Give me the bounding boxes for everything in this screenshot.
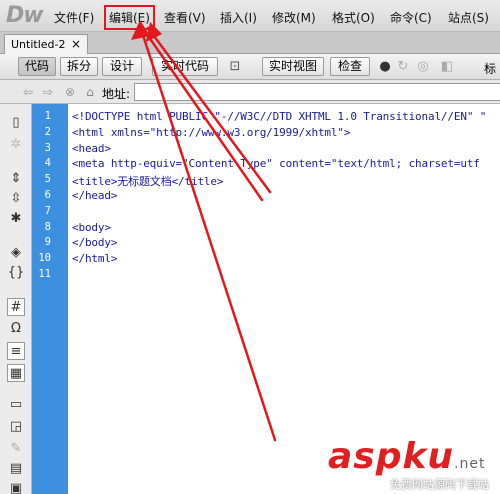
close-icon[interactable]: × — [71, 37, 81, 51]
refresh-icon[interactable]: ↻ — [394, 58, 412, 75]
title-label: 标 — [484, 62, 497, 76]
menu-commands[interactable]: 命令(C) — [390, 9, 432, 26]
code-line: </html> — [72, 252, 118, 265]
select-parent-tag-icon[interactable]: ◈ — [7, 244, 25, 262]
code-line: <html xmlns="http://www.w3.org/1999/xhtm… — [72, 126, 351, 139]
line-number: 7 — [44, 205, 51, 217]
app-logo: Dw — [6, 3, 44, 28]
code-line: <head> — [72, 142, 111, 155]
home-icon[interactable]: ⌂ — [82, 84, 98, 100]
watermark-logo: aspku.net — [328, 436, 486, 477]
line-number: 10 — [38, 252, 51, 264]
code-line: </head> — [72, 189, 118, 202]
live-view-button[interactable]: 实时视图 — [262, 57, 324, 76]
line-number: 1 — [44, 110, 51, 122]
apply-comment-icon[interactable]: ▭ — [7, 396, 25, 414]
word-wrap-icon[interactable]: ≡ — [7, 342, 25, 360]
coding-toolbar: ▯ ✲ ⇕ ⇳ ✱ ◈ {} # Ω ≡ ▦ ▭ ◲ ✎ ▤ ▣ — [0, 104, 32, 494]
highlight-invalid-code-icon[interactable]: Ω — [7, 320, 25, 338]
line-number: 2 — [44, 126, 51, 138]
address-bar: ⇦ ⇨ ⊗ ⌂ 地址: — [0, 80, 500, 104]
address-label: 地址: — [102, 87, 131, 101]
inspect-button[interactable]: 检查 — [330, 57, 370, 76]
address-input[interactable] — [134, 83, 500, 101]
live-code-button[interactable]: 实时代码 — [152, 57, 218, 76]
line-number: 3 — [44, 142, 51, 154]
document-tab[interactable]: Untitled-2 × — [4, 34, 88, 54]
remove-comment-icon[interactable]: ◲ — [7, 418, 25, 436]
document-toolbar: 代码 拆分 设计 实时代码 ⊡ 实时视图 检查 ● ↻ ◎ ◧ 标 — [0, 54, 500, 80]
code-view-button[interactable]: 代码 — [18, 57, 56, 76]
menu-file[interactable]: 文件(F) — [54, 9, 94, 26]
open-documents-icon[interactable]: ▯ — [7, 114, 25, 132]
document-tab-title: Untitled-2 — [11, 38, 66, 51]
code-line: <meta http-equiv="Content-Type" content=… — [72, 157, 480, 170]
menu-modify[interactable]: 修改(M) — [272, 9, 316, 26]
line-number-gutter: 1 2 3 4 5 6 7 8 9 10 11 — [32, 104, 68, 494]
wrap-tag-icon[interactable]: ✎ — [7, 440, 25, 458]
globe-icon[interactable]: ● — [376, 58, 394, 75]
visual-aids-icon[interactable]: ◎ — [414, 58, 432, 75]
code-line: <title>无标题文档</title> — [72, 175, 224, 188]
forward-icon[interactable]: ⇨ — [40, 84, 56, 100]
show-code-navigator-icon[interactable]: ✲ — [7, 136, 25, 154]
collapse-full-tag-icon[interactable]: ⇕ — [7, 170, 25, 188]
line-number: 6 — [44, 189, 51, 201]
code-line: <!DOCTYPE html PUBLIC "-//W3C//DTD XHTML… — [72, 110, 487, 123]
menu-view[interactable]: 查看(V) — [164, 9, 206, 26]
expand-all-icon[interactable]: ✱ — [7, 210, 25, 228]
menu-format[interactable]: 格式(O) — [332, 9, 375, 26]
line-number: 5 — [44, 173, 51, 185]
line-number: 11 — [38, 268, 51, 280]
code-line: </body> — [72, 236, 118, 249]
move-css-icon[interactable]: ▣ — [7, 480, 25, 494]
split-view-button[interactable]: 拆分 — [60, 57, 98, 76]
menu-bar: Dw 文件(F) 编辑(E) 查看(V) 插入(I) 修改(M) 格式(O) 命… — [0, 0, 500, 32]
watermark-tagline: 免费网站源码下载站 — [390, 478, 489, 491]
syntax-coloring-icon[interactable]: ▦ — [7, 364, 25, 382]
menu-edit[interactable]: 编辑(E) — [104, 5, 155, 30]
stop-icon[interactable]: ⊗ — [62, 84, 78, 100]
balance-braces-icon[interactable]: {} — [7, 264, 25, 282]
menu-site[interactable]: 站点(S) — [448, 9, 489, 26]
file-compare-icon[interactable]: ⊡ — [226, 58, 244, 75]
document-tab-bar: Untitled-2 × — [0, 32, 500, 54]
back-icon[interactable]: ⇦ — [20, 84, 36, 100]
code-line: <body> — [72, 221, 111, 234]
recent-snippets-icon[interactable]: ▤ — [7, 460, 25, 478]
line-number: 9 — [44, 236, 51, 248]
line-number: 8 — [44, 221, 51, 233]
line-numbers-icon[interactable]: # — [7, 298, 25, 316]
design-view-button[interactable]: 设计 — [102, 57, 142, 76]
menu-insert[interactable]: 插入(I) — [220, 9, 257, 26]
line-number: 4 — [44, 157, 51, 169]
file-management-icon[interactable]: ◧ — [438, 58, 456, 75]
collapse-selection-icon[interactable]: ⇳ — [7, 190, 25, 208]
